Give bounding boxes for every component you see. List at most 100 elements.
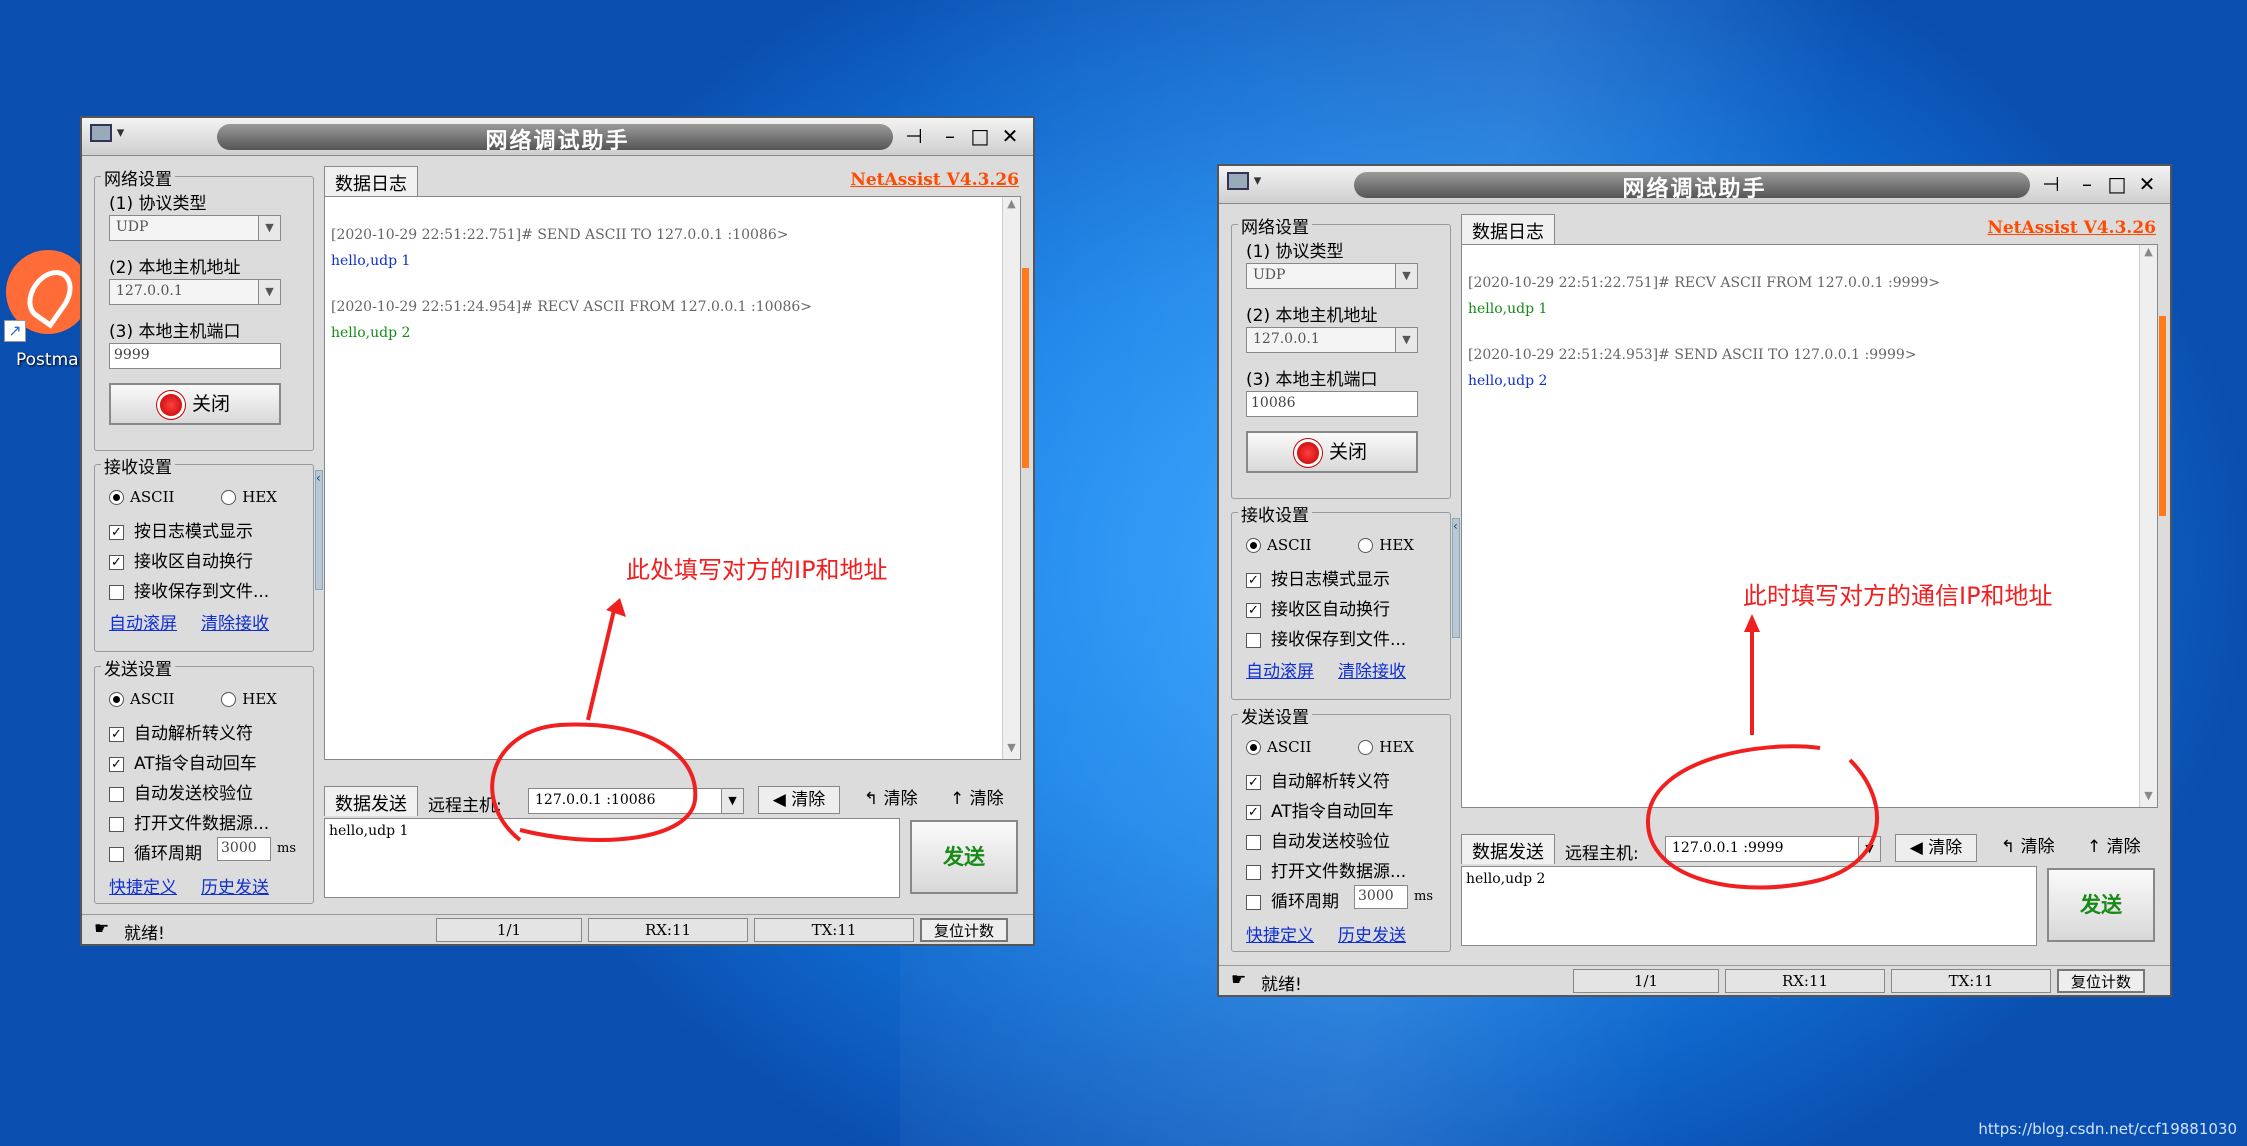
- send-at-cr[interactable]: ✓ AT指令自动回车: [109, 749, 257, 774]
- send-at-cr-checkbox[interactable]: ✓: [109, 756, 124, 772]
- auto-scroll-link[interactable]: 自动滚屏: [1246, 657, 1314, 682]
- recv-hex-radio[interactable]: [1358, 537, 1374, 553]
- recv-hex-radio[interactable]: [221, 489, 237, 505]
- send-text-area[interactable]: hello,udp 1: [324, 818, 900, 898]
- tab-data-log[interactable]: 数据日志: [324, 166, 418, 196]
- send-checksum-checkbox[interactable]: [1246, 834, 1261, 850]
- port-input[interactable]: 9999: [109, 343, 281, 369]
- recv-ascii-radio[interactable]: [109, 489, 124, 505]
- maximize-button[interactable]: □: [967, 124, 993, 150]
- send-file-source[interactable]: 打开文件数据源...: [109, 809, 269, 834]
- clear-receive-link[interactable]: 清除接收: [1338, 657, 1406, 682]
- auto-scroll-link[interactable]: 自动滚屏: [109, 609, 177, 634]
- log-scrollbar[interactable]: ▲ ▼: [2139, 245, 2157, 807]
- history-send-link[interactable]: 历史发送: [1338, 921, 1406, 946]
- version-link[interactable]: NetAssist V4.3.26: [1987, 218, 2156, 238]
- close-window-button[interactable]: ✕: [2134, 172, 2160, 198]
- send-loop-checkbox[interactable]: [1246, 894, 1261, 910]
- send-at-cr[interactable]: ✓ AT指令自动回车: [1246, 797, 1394, 822]
- recv-save-file-checkbox[interactable]: [109, 584, 124, 600]
- maximize-button[interactable]: □: [2104, 172, 2130, 198]
- recv-auto-wrap[interactable]: ✓ 接收区自动换行: [1246, 595, 1390, 620]
- clear-all-button[interactable]: ↑ 清除: [950, 786, 1004, 814]
- title-bar[interactable]: ▾ 网络调试助手 ⊣ – □ ✕: [1219, 166, 2170, 204]
- quick-define-link[interactable]: 快捷定义: [1246, 921, 1314, 946]
- title-bar[interactable]: ▾ 网络调试助手 ⊣ – □ ✕: [82, 118, 1033, 156]
- send-ascii-radio[interactable]: [1246, 739, 1261, 755]
- close-connection-button[interactable]: 关闭: [1246, 431, 1418, 473]
- scroll-thumb[interactable]: [1022, 268, 1029, 468]
- send-button[interactable]: 发送: [910, 820, 1018, 894]
- send-hex-radio[interactable]: [1358, 739, 1374, 755]
- version-link[interactable]: NetAssist V4.3.26: [850, 170, 1019, 190]
- send-escape-checkbox[interactable]: ✓: [109, 726, 124, 742]
- send-checksum[interactable]: 自动发送校验位: [109, 779, 253, 804]
- panel-collapse-handle[interactable]: ‹: [1452, 518, 1460, 638]
- scroll-down-icon[interactable]: ▼: [1003, 741, 1020, 759]
- clear-send-button[interactable]: ↰ 清除: [864, 786, 918, 814]
- recv-auto-wrap-checkbox[interactable]: ✓: [109, 554, 124, 570]
- loop-period-input[interactable]: 3000: [217, 837, 271, 861]
- send-loop[interactable]: 循环周期: [1246, 887, 1339, 912]
- host-select[interactable]: 127.0.0.1 ▼: [109, 279, 281, 305]
- recv-auto-wrap-checkbox[interactable]: ✓: [1246, 602, 1261, 618]
- recv-log-mode-checkbox[interactable]: ✓: [109, 524, 124, 540]
- send-loop-checkbox[interactable]: [109, 846, 124, 862]
- send-button[interactable]: 发送: [2047, 868, 2155, 942]
- loop-period-input[interactable]: 3000: [1354, 885, 1408, 909]
- remote-host-select[interactable]: 127.0.0.1 :10086 ▼: [528, 788, 744, 814]
- send-text-area[interactable]: hello,udp 2: [1461, 866, 2037, 946]
- scroll-up-icon[interactable]: ▲: [1003, 197, 1020, 215]
- close-window-button[interactable]: ✕: [997, 124, 1023, 150]
- clear-all-button[interactable]: ↑ 清除: [2087, 834, 2141, 862]
- remote-host-select[interactable]: 127.0.0.1 :9999 ▼: [1665, 836, 1881, 862]
- close-connection-button[interactable]: 关闭: [109, 383, 281, 425]
- recv-log-mode[interactable]: ✓ 按日志模式显示: [1246, 565, 1390, 590]
- clear-remote-button[interactable]: ◀ 清除: [1895, 834, 1977, 862]
- send-file-source[interactable]: 打开文件数据源...: [1246, 857, 1406, 882]
- clear-receive-link[interactable]: 清除接收: [201, 609, 269, 634]
- log-scrollbar[interactable]: ▲ ▼: [1002, 197, 1020, 759]
- port-input[interactable]: 10086: [1246, 391, 1418, 417]
- recv-log-mode[interactable]: ✓ 按日志模式显示: [109, 517, 253, 542]
- scroll-thumb[interactable]: [2159, 316, 2166, 516]
- send-ascii-radio[interactable]: [109, 691, 124, 707]
- history-send-link[interactable]: 历史发送: [201, 873, 269, 898]
- send-loop[interactable]: 循环周期: [109, 839, 202, 864]
- pin-icon[interactable]: ⊣: [2038, 172, 2064, 198]
- tab-data-log[interactable]: 数据日志: [1461, 214, 1555, 244]
- send-file-source-checkbox[interactable]: [109, 816, 124, 832]
- quick-define-link[interactable]: 快捷定义: [109, 873, 177, 898]
- send-at-cr-checkbox[interactable]: ✓: [1246, 804, 1261, 820]
- recv-save-file[interactable]: 接收保存到文件...: [1246, 625, 1406, 650]
- desktop-icon-postman[interactable]: ↗ Postman: [0, 250, 90, 380]
- netassist-window-1[interactable]: ▾ 网络调试助手 ⊣ – □ ✕ 网络设置 (1) 协议类型 UDP ▼ (2) …: [80, 116, 1035, 946]
- reset-count-button[interactable]: 复位计数: [920, 918, 1008, 942]
- panel-collapse-handle[interactable]: ‹: [315, 470, 323, 590]
- tab-data-send[interactable]: 数据发送: [1461, 834, 1555, 864]
- recv-save-file[interactable]: 接收保存到文件...: [109, 577, 269, 602]
- reset-count-button[interactable]: 复位计数: [2057, 969, 2145, 993]
- clear-send-button[interactable]: ↰ 清除: [2001, 834, 2055, 862]
- minimize-button[interactable]: –: [937, 124, 963, 150]
- send-escape-checkbox[interactable]: ✓: [1246, 774, 1261, 790]
- recv-ascii-radio[interactable]: [1246, 537, 1261, 553]
- send-hex-radio[interactable]: [221, 691, 237, 707]
- recv-log-mode-checkbox[interactable]: ✓: [1246, 572, 1261, 588]
- scroll-up-icon[interactable]: ▲: [2140, 245, 2157, 263]
- send-checksum-checkbox[interactable]: [109, 786, 124, 802]
- send-escape[interactable]: ✓ 自动解析转义符: [1246, 767, 1390, 792]
- minimize-button[interactable]: –: [2074, 172, 2100, 198]
- protocol-select[interactable]: UDP ▼: [109, 215, 281, 241]
- receive-log-area[interactable]: [2020-10-29 22:51:22.751]# SEND ASCII TO…: [324, 196, 1021, 760]
- receive-log-area[interactable]: [2020-10-29 22:51:22.751]# RECV ASCII FR…: [1461, 244, 2158, 808]
- protocol-select[interactable]: UDP ▼: [1246, 263, 1418, 289]
- recv-save-file-checkbox[interactable]: [1246, 632, 1261, 648]
- scroll-down-icon[interactable]: ▼: [2140, 789, 2157, 807]
- send-escape[interactable]: ✓ 自动解析转义符: [109, 719, 253, 744]
- pin-icon[interactable]: ⊣: [901, 124, 927, 150]
- clear-remote-button[interactable]: ◀ 清除: [758, 786, 840, 814]
- send-file-source-checkbox[interactable]: [1246, 864, 1261, 880]
- recv-auto-wrap[interactable]: ✓ 接收区自动换行: [109, 547, 253, 572]
- host-select[interactable]: 127.0.0.1 ▼: [1246, 327, 1418, 353]
